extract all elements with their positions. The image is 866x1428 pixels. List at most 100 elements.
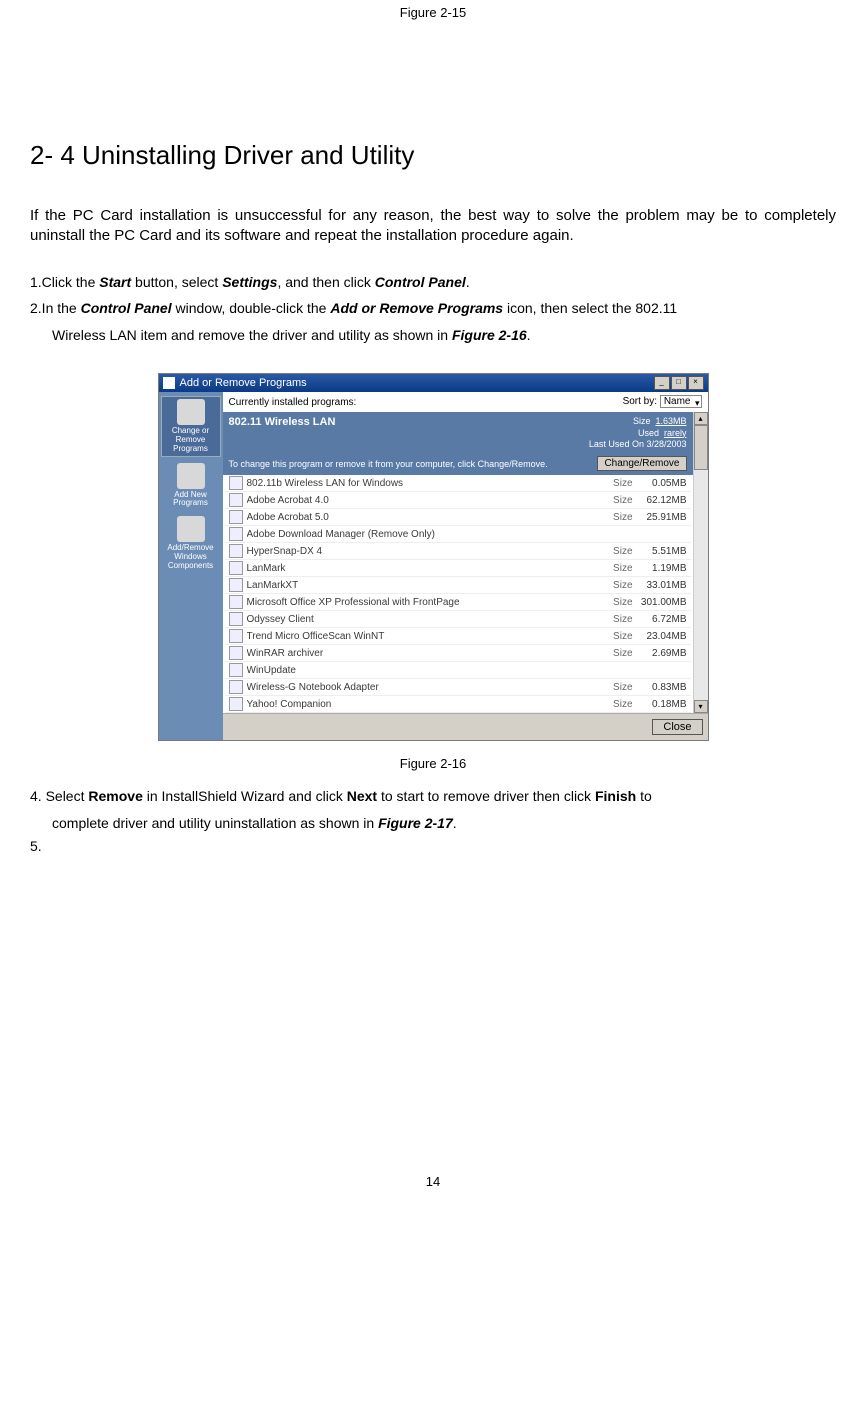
- program-name: Adobe Acrobat 5.0: [247, 512, 605, 523]
- sidebar-item-change-remove[interactable]: Change or Remove Programs: [161, 396, 221, 456]
- program-size-value: 0.18MB: [633, 699, 687, 710]
- intro-paragraph: If the PC Card installation is unsuccess…: [30, 206, 836, 247]
- step-4: 4. Select Remove in InstallShield Wizard…: [30, 783, 836, 838]
- step-1: 1.Click the Start button, select Setting…: [30, 269, 836, 296]
- program-row[interactable]: Odyssey ClientSize6.72MB: [225, 611, 691, 628]
- program-icon: [229, 476, 243, 490]
- maximize-button[interactable]: □: [671, 376, 687, 390]
- program-row[interactable]: Trend Micro OfficeScan WinNTSize23.04MB: [225, 628, 691, 645]
- program-row[interactable]: Wireless-G Notebook AdapterSize0.83MB: [225, 679, 691, 696]
- program-size-label: Size: [605, 478, 633, 489]
- program-icon: [229, 527, 243, 541]
- program-name: Microsoft Office XP Professional with Fr…: [247, 597, 605, 608]
- program-icon: [229, 510, 243, 524]
- sidebar-item-windows-components[interactable]: Add/Remove Windows Components: [161, 514, 221, 572]
- program-size-label: Size: [605, 563, 633, 574]
- program-size-label: Size: [605, 512, 633, 523]
- scroll-thumb[interactable]: [694, 425, 708, 470]
- program-name: Adobe Download Manager (Remove Only): [247, 529, 605, 540]
- program-size-label: Size: [605, 648, 633, 659]
- figure-top-caption: Figure 2-15: [30, 5, 836, 20]
- program-row[interactable]: WinRAR archiverSize2.69MB: [225, 645, 691, 662]
- program-size-label: Size: [605, 546, 633, 557]
- sort-by-select[interactable]: Name: [660, 395, 702, 408]
- window-titlebar: Add or Remove Programs _ □ ×: [159, 374, 708, 392]
- selected-program-name: 802.11 Wireless LAN: [229, 416, 336, 428]
- selected-program-helptext: To change this program or remove it from…: [229, 459, 548, 469]
- program-size-label: Size: [605, 682, 633, 693]
- program-row[interactable]: Microsoft Office XP Professional with Fr…: [225, 594, 691, 611]
- program-name: WinUpdate: [247, 665, 605, 676]
- program-icon: [229, 493, 243, 507]
- close-window-button[interactable]: ×: [688, 376, 704, 390]
- program-size-label: Size: [605, 597, 633, 608]
- minimize-button[interactable]: _: [654, 376, 670, 390]
- program-name: Trend Micro OfficeScan WinNT: [247, 631, 605, 642]
- program-row[interactable]: Adobe Download Manager (Remove Only): [225, 526, 691, 543]
- program-size-label: Size: [605, 614, 633, 625]
- add-new-icon: [177, 463, 205, 489]
- installed-programs-label: Currently installed programs:: [229, 397, 357, 408]
- program-size-value: 62.12MB: [633, 495, 687, 506]
- program-name: Yahoo! Companion: [247, 699, 605, 710]
- bottom-bar: Close: [223, 713, 708, 740]
- program-size-label: Size: [605, 699, 633, 710]
- windows-components-icon: [177, 516, 205, 542]
- program-row[interactable]: LanMarkSize1.19MB: [225, 560, 691, 577]
- window-icon: [163, 377, 175, 389]
- program-size-value: 25.91MB: [633, 512, 687, 523]
- program-icon: [229, 680, 243, 694]
- topbar: Currently installed programs: Sort by: N…: [223, 392, 708, 412]
- program-row[interactable]: Yahoo! CompanionSize0.18MB: [225, 696, 691, 713]
- program-size-value: 6.72MB: [633, 614, 687, 625]
- figure-2-16-caption: Figure 2-16: [30, 756, 836, 771]
- program-size-value: 2.69MB: [633, 648, 687, 659]
- program-size-value: 0.05MB: [633, 478, 687, 489]
- sidebar-item-add-new[interactable]: Add New Programs: [161, 461, 221, 511]
- program-list: 802.11b Wireless LAN for WindowsSize0.05…: [223, 475, 693, 713]
- selected-program-stats: Size 1.63MB Used rarely Last Used On 3/2…: [589, 416, 687, 450]
- add-remove-programs-window: Add or Remove Programs _ □ × Change or R…: [158, 373, 709, 741]
- screenshot-figure-2-16: Add or Remove Programs _ □ × Change or R…: [158, 373, 709, 741]
- program-name: LanMark: [247, 563, 605, 574]
- program-size-value: 5.51MB: [633, 546, 687, 557]
- program-size-label: Size: [605, 495, 633, 506]
- program-row[interactable]: Adobe Acrobat 4.0Size62.12MB: [225, 492, 691, 509]
- program-icon: [229, 646, 243, 660]
- selected-program-band[interactable]: 802.11 Wireless LAN Size 1.63MB Used rar…: [223, 412, 693, 475]
- program-row[interactable]: Adobe Acrobat 5.0Size25.91MB: [225, 509, 691, 526]
- program-icon: [229, 697, 243, 711]
- scroll-up-button[interactable]: ▴: [694, 412, 708, 425]
- program-name: Adobe Acrobat 4.0: [247, 495, 605, 506]
- program-row[interactable]: LanMarkXTSize33.01MB: [225, 577, 691, 594]
- program-icon: [229, 663, 243, 677]
- program-row[interactable]: HyperSnap-DX 4Size5.51MB: [225, 543, 691, 560]
- page-number: 14: [30, 1174, 836, 1209]
- program-size-value: 301.00MB: [633, 597, 687, 608]
- change-remove-icon: [177, 399, 205, 425]
- program-size-value: 23.04MB: [633, 631, 687, 642]
- step-2-line2: Wireless LAN item and remove the driver …: [52, 322, 836, 349]
- program-icon: [229, 612, 243, 626]
- step-2: 2.In the Control Panel window, double-cl…: [30, 295, 836, 322]
- program-size-label: Size: [605, 580, 633, 591]
- scrollbar[interactable]: ▴ ▾: [693, 412, 708, 713]
- program-row[interactable]: WinUpdate: [225, 662, 691, 679]
- program-name: Odyssey Client: [247, 614, 605, 625]
- change-remove-button[interactable]: Change/Remove: [597, 456, 686, 471]
- section-title: 2- 4 Uninstalling Driver and Utility: [30, 140, 836, 171]
- program-icon: [229, 629, 243, 643]
- program-size-label: Size: [605, 631, 633, 642]
- program-name: HyperSnap-DX 4: [247, 546, 605, 557]
- program-size-value: 0.83MB: [633, 682, 687, 693]
- sidebar: Change or Remove Programs Add New Progra…: [159, 392, 223, 740]
- program-icon: [229, 595, 243, 609]
- program-name: LanMarkXT: [247, 580, 605, 591]
- program-icon: [229, 578, 243, 592]
- program-size-value: 33.01MB: [633, 580, 687, 591]
- program-row[interactable]: 802.11b Wireless LAN for WindowsSize0.05…: [225, 475, 691, 492]
- program-icon: [229, 544, 243, 558]
- scroll-down-button[interactable]: ▾: [694, 700, 708, 713]
- program-name: 802.11b Wireless LAN for Windows: [247, 478, 605, 489]
- close-button[interactable]: Close: [652, 719, 702, 735]
